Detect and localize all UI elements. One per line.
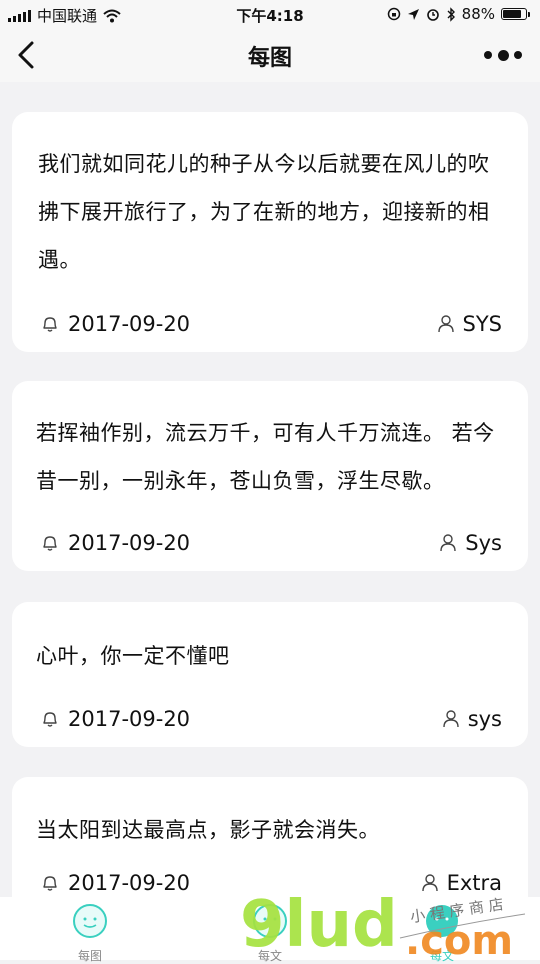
author-label: sys xyxy=(467,707,502,731)
tab-label: 每图 xyxy=(77,949,102,963)
list-item[interactable]: 我们就如同花儿的种子从今以后就要在风儿的吹拂下展开旅行了，为了在新的地方，迎接新… xyxy=(12,112,528,352)
battery-percent: 88% xyxy=(461,5,495,23)
date-label: 2017-09-20 xyxy=(68,531,191,555)
tab-label: 每文 xyxy=(257,949,282,963)
author-label: SYS xyxy=(462,312,503,336)
face-icon xyxy=(253,904,287,938)
alarm-icon xyxy=(426,9,439,21)
bell-icon xyxy=(43,712,57,727)
date-label: 2017-09-20 xyxy=(68,707,191,731)
tab-meiwen[interactable]: 每文 xyxy=(220,903,320,964)
more-dots-icon[interactable] xyxy=(484,46,522,64)
quote-text: 我们就如同花儿的种子从今以后就要在风儿的吹拂下展开旅行了，为了在新的地方，迎接新… xyxy=(38,152,490,272)
status-bar: 中国联通 下午4:18 88% xyxy=(0,0,540,28)
nav-bar: 每图 xyxy=(0,28,540,82)
quote-text: 心叶，你一定不懂吧 xyxy=(36,644,230,668)
list-item[interactable]: 心叶，你一定不懂吧 2017-09-20 sys xyxy=(12,602,528,747)
page-title: 每图 xyxy=(247,46,292,71)
date-label: 2017-09-20 xyxy=(68,312,191,336)
author-label: Sys xyxy=(465,531,502,555)
user-icon xyxy=(421,874,438,892)
bell-icon xyxy=(43,536,57,551)
location-icon xyxy=(407,8,419,20)
battery-icon xyxy=(501,8,530,20)
author-label: Extra xyxy=(446,871,502,895)
quote-text: 若挥袖作别，流云万千，可有人千万流连。 若今昔一别，一别永年，苍山负雪，浮生尽歇… xyxy=(36,421,495,493)
user-icon xyxy=(440,534,456,552)
tab-bar: 每图 每文 每文 xyxy=(0,897,540,963)
rotation-lock-icon xyxy=(387,7,400,21)
tab-meiwen-active[interactable]: 每文 xyxy=(392,903,492,964)
list-item[interactable]: 若挥袖作别，流云万千，可有人千万流连。 若今昔一别，一别永年，苍山负雪，浮生尽歇… xyxy=(12,381,528,571)
face-icon xyxy=(426,905,458,937)
tab-meitu[interactable]: 每图 xyxy=(40,903,140,964)
user-icon xyxy=(442,710,459,728)
tab-label: 每文 xyxy=(429,949,454,963)
bluetooth-icon xyxy=(447,6,455,22)
quote-text: 当太阳到达最高点，影子就会消失。 xyxy=(36,818,380,842)
face-icon xyxy=(73,904,107,938)
bell-icon xyxy=(43,876,57,891)
date-label: 2017-09-20 xyxy=(68,871,191,895)
user-icon xyxy=(437,315,454,333)
bell-icon xyxy=(43,317,57,332)
